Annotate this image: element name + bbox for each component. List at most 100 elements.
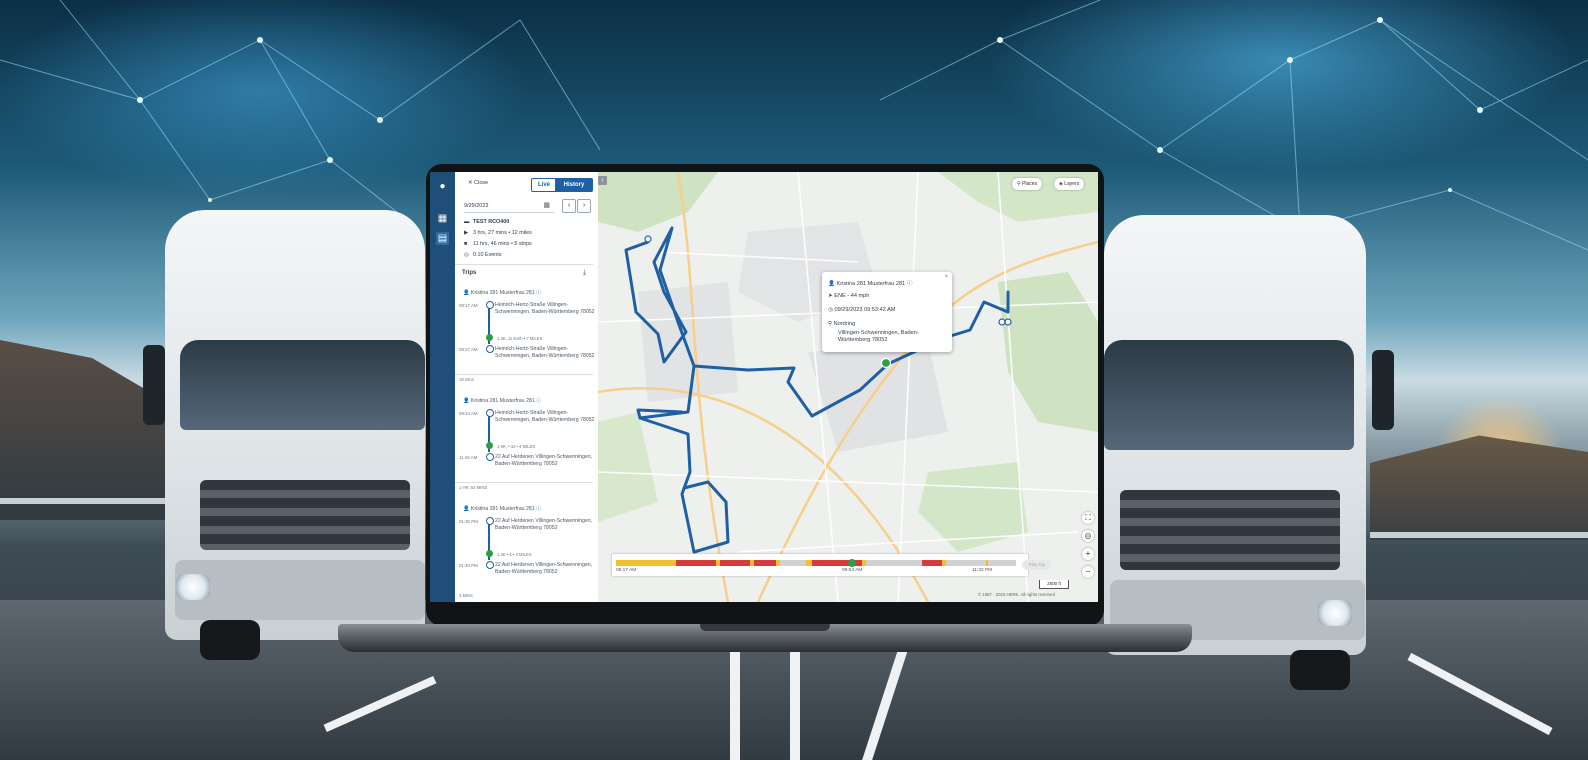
locate-icon[interactable]: ◎ bbox=[1082, 530, 1094, 542]
lane-marking bbox=[730, 650, 740, 760]
trip-card[interactable]: 👤 Kristina 281 Musterfrau 281 ⓘ 09:44 AM… bbox=[459, 398, 595, 490]
trip-start-address: Heinrich-Hertz-Straße Villingen-Schwenni… bbox=[495, 302, 595, 315]
pin-icon: ⚲ bbox=[1017, 181, 1021, 187]
popup-location-address: Villingen-Schwenningen, Baden-Württember… bbox=[838, 330, 919, 343]
summary-stops: ■ 11 hrs, 46 mins • 5 stops bbox=[464, 241, 532, 247]
truck-bumper bbox=[175, 560, 425, 620]
play-trip-button[interactable]: Play trip bbox=[1022, 560, 1052, 570]
timeline-current-label: 09:53 AM bbox=[842, 568, 863, 573]
guardrail-right bbox=[1370, 532, 1588, 538]
drive-summary: 3 hrs, 27 mins • 12 miles bbox=[473, 230, 532, 236]
trips-heading: Trips bbox=[462, 270, 477, 276]
date-value: 9/29/2023 bbox=[464, 203, 489, 209]
truck-grille bbox=[200, 480, 410, 550]
trip-end-time: 01:40 PM bbox=[459, 563, 478, 568]
truck-wheel bbox=[200, 620, 260, 660]
lane-marking bbox=[790, 650, 800, 760]
layers-label: Layers bbox=[1064, 181, 1080, 187]
divider bbox=[455, 482, 593, 483]
end-pin-icon bbox=[486, 345, 494, 353]
layers-icon: ◈ bbox=[1059, 181, 1063, 187]
zoom-out-button[interactable]: − bbox=[1082, 566, 1094, 578]
tab-history[interactable]: History bbox=[555, 178, 593, 192]
headlight bbox=[1318, 600, 1352, 626]
fullscreen-icon[interactable]: ⛶ bbox=[1082, 512, 1094, 524]
info-icon[interactable]: ⓘ bbox=[536, 506, 541, 512]
map-canvas bbox=[598, 172, 1098, 602]
popup-location-name: Nordring bbox=[833, 321, 856, 327]
events-icon: ◎ bbox=[464, 252, 469, 258]
truck-icon: ▬ bbox=[464, 219, 470, 225]
events-summary: 0:10 Events bbox=[473, 252, 502, 258]
truck-grille bbox=[1120, 490, 1340, 570]
app-screen: ● ▦ ▤ ✕ Close Live History 9/29/2023 ▦ ‹… bbox=[430, 172, 1098, 602]
popup-timestamp: 09/29/2023 09:53:42 AM bbox=[834, 307, 896, 313]
timeline-segment bbox=[676, 560, 716, 566]
panel-topbar: ✕ Close Live History bbox=[455, 172, 598, 192]
trip-stats: 1.4K • 1 • 3 MILES bbox=[497, 552, 532, 557]
trip-end-time: 08:27 AM bbox=[459, 347, 478, 352]
driver-name: Kristina 281 Musterfrau 281 bbox=[470, 506, 535, 512]
close-popup-icon[interactable]: × bbox=[944, 274, 948, 280]
next-day-button[interactable]: › bbox=[577, 199, 591, 213]
tab-live[interactable]: Live bbox=[531, 178, 557, 192]
timeline-segment bbox=[720, 560, 750, 566]
popup-driver: 👤 Kristina 281 Musterfrau 281 ⓘ bbox=[828, 281, 913, 287]
places-label: Places bbox=[1022, 181, 1038, 187]
timeline-bar[interactable] bbox=[616, 559, 1016, 567]
trip-start-address: Heinrich-Hertz-Straße Villingen-Schwenni… bbox=[495, 410, 595, 423]
map-icon[interactable]: ▤ bbox=[436, 232, 449, 245]
truck-windshield bbox=[180, 340, 425, 430]
truck-windshield bbox=[1104, 340, 1354, 450]
trip-end-time: 11:46 AM bbox=[459, 455, 478, 460]
trip-end-address: Heinrich-Hertz-Straße Villingen-Schwenni… bbox=[495, 346, 595, 359]
summary-drive: ▶ 3 hrs, 27 mins • 12 miles bbox=[464, 230, 532, 236]
close-button[interactable]: ✕ Close bbox=[468, 180, 488, 186]
truck-mirror bbox=[143, 345, 165, 425]
play-icon: ▶ bbox=[464, 230, 469, 236]
driver-name: Kristina 281 Musterfrau 281 bbox=[470, 290, 535, 296]
stop-dot bbox=[486, 334, 493, 341]
nav-rail: ● ▦ ▤ bbox=[430, 172, 455, 602]
summary-vehicle: ▬ TEST RCO400 bbox=[464, 219, 509, 225]
timeline-end-label: 11:32 PM bbox=[972, 568, 993, 573]
layers-button[interactable]: ◈ Layers bbox=[1054, 178, 1085, 190]
trip-card[interactable]: 👤 Kristina 281 Musterfrau 281 ⓘ 01:30 PM… bbox=[459, 506, 593, 598]
headlight bbox=[176, 574, 210, 600]
popup-location: ⚲ Nordring bbox=[828, 321, 855, 327]
popup-time: ◷ 09/29/2023 09:53:42 AM bbox=[828, 307, 895, 313]
collapse-panel-button[interactable]: ‹ bbox=[598, 176, 607, 185]
calendar-icon[interactable]: ▦ bbox=[543, 200, 550, 212]
summary-events: ◎ 0:10 Events bbox=[464, 252, 501, 258]
date-field[interactable]: 9/29/2023 ▦ bbox=[464, 200, 554, 213]
stop-icon: ■ bbox=[464, 241, 468, 247]
stop-dot bbox=[486, 442, 493, 449]
trip-start-time: 09:44 AM bbox=[459, 411, 478, 416]
driver-name: Kristina 281 Musterfrau 281 bbox=[470, 398, 535, 404]
places-button[interactable]: ⚲ Places bbox=[1012, 178, 1043, 190]
info-icon[interactable]: ⓘ bbox=[536, 290, 541, 296]
popup-driver-name: Kristina 281 Musterfrau 281 bbox=[836, 281, 906, 287]
trip-end-address: 22 Auf Herdenen Villingen-Schwenningen, … bbox=[495, 562, 593, 575]
prev-day-button[interactable]: ‹ bbox=[562, 199, 576, 213]
trip-timeline[interactable]: 08:17 AM 09:53 AM 11:32 PM bbox=[612, 554, 1028, 576]
timeline-cursor[interactable] bbox=[848, 559, 856, 567]
zoom-in-button[interactable]: + bbox=[1082, 548, 1094, 560]
user-icon[interactable]: ● bbox=[436, 180, 449, 193]
truck-wheel bbox=[1290, 650, 1350, 690]
popup-heading: ➤ ENE - 44 mph bbox=[828, 293, 869, 299]
download-icon[interactable]: ⤓ bbox=[583, 269, 586, 277]
info-icon[interactable]: ⓘ bbox=[907, 281, 913, 287]
trip-stats: 1.9K, • 44 • 4 MILES bbox=[497, 444, 536, 449]
grid-icon[interactable]: ▦ bbox=[436, 212, 449, 225]
timeline-segment bbox=[946, 560, 986, 566]
trip-history-panel: ✕ Close Live History 9/29/2023 ▦ ‹ › ▬ TE… bbox=[455, 172, 599, 602]
trip-card[interactable]: 👤 Kristina 281 Musterfrau 281 ⓘ 08:17 AM… bbox=[459, 290, 595, 382]
trip-duration: 18 mins bbox=[459, 377, 474, 382]
info-icon[interactable]: ⓘ bbox=[536, 398, 541, 404]
trip-driver: 👤 Kristina 281 Musterfrau 281 ⓘ bbox=[463, 398, 542, 404]
timeline-segment bbox=[922, 560, 942, 566]
map-view[interactable]: ‹ ⚲ Places ◈ Layers × 👤 Kristina 281 Mus… bbox=[598, 172, 1098, 602]
timeline-segment bbox=[866, 560, 922, 566]
background-scene: ● ▦ ▤ ✕ Close Live History 9/29/2023 ▦ ‹… bbox=[0, 0, 1588, 760]
